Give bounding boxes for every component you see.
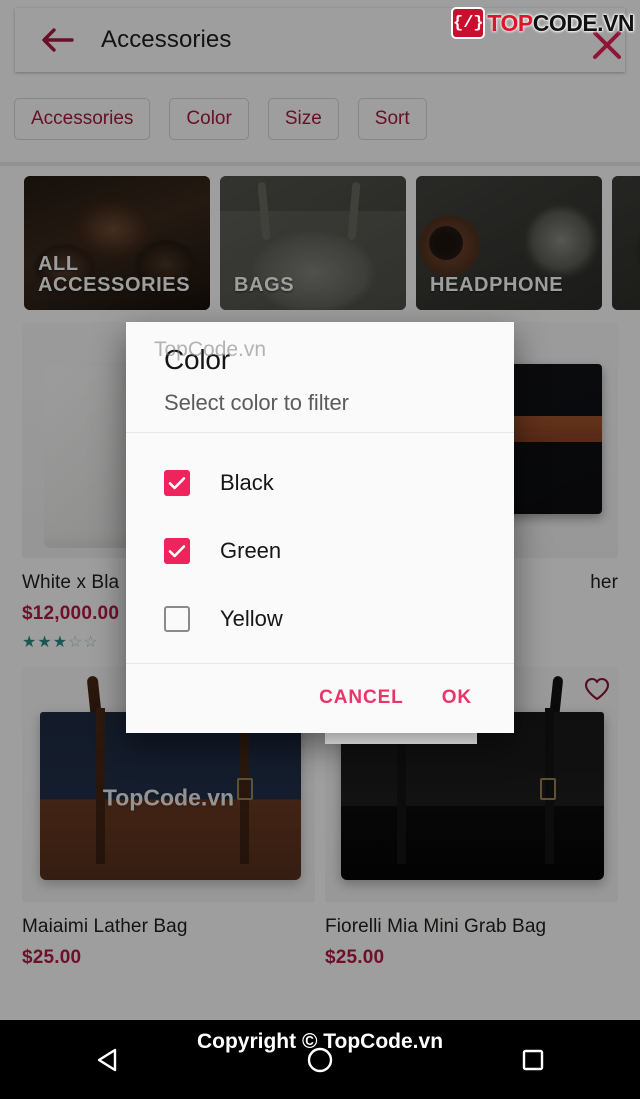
dialog-header: TopCode.vn Color Select color to filter <box>126 322 514 432</box>
checkbox-checked-icon[interactable] <box>164 537 190 564</box>
logo-badge-icon: {/} <box>453 9 484 37</box>
logo-text-rest: CODE.VN <box>532 9 635 36</box>
checkbox-unchecked-icon[interactable] <box>164 605 190 632</box>
ok-button[interactable]: OK <box>428 677 486 719</box>
color-option-black[interactable]: Black <box>164 449 514 517</box>
nav-recents-square-icon[interactable] <box>498 1035 568 1085</box>
android-navigation-bar: Copyright © TopCode.vn <box>0 1020 640 1099</box>
dialog-action-row: CANCEL OK <box>126 664 514 733</box>
cancel-button[interactable]: CANCEL <box>305 677 418 719</box>
color-filter-dialog: TopCode.vn Color Select color to filter … <box>126 322 514 733</box>
dialog-subtitle: Select color to filter <box>164 390 349 415</box>
color-option-label: Yellow <box>220 605 283 631</box>
color-option-green[interactable]: Green <box>164 517 514 585</box>
dialog-option-list: Black Green Yellow <box>126 433 514 663</box>
color-option-yellow[interactable]: Yellow <box>164 585 514 653</box>
color-option-label: Black <box>220 469 274 495</box>
nav-back-triangle-icon[interactable] <box>72 1035 142 1085</box>
nav-home-circle-icon[interactable] <box>285 1035 355 1085</box>
topcode-logo-watermark: {/} TOP CODE.VN <box>453 8 635 38</box>
checkbox-checked-icon[interactable] <box>164 469 190 496</box>
logo-text-top: TOP <box>487 9 533 36</box>
dialog-title: Color <box>164 344 230 375</box>
color-option-label: Green <box>220 537 282 563</box>
